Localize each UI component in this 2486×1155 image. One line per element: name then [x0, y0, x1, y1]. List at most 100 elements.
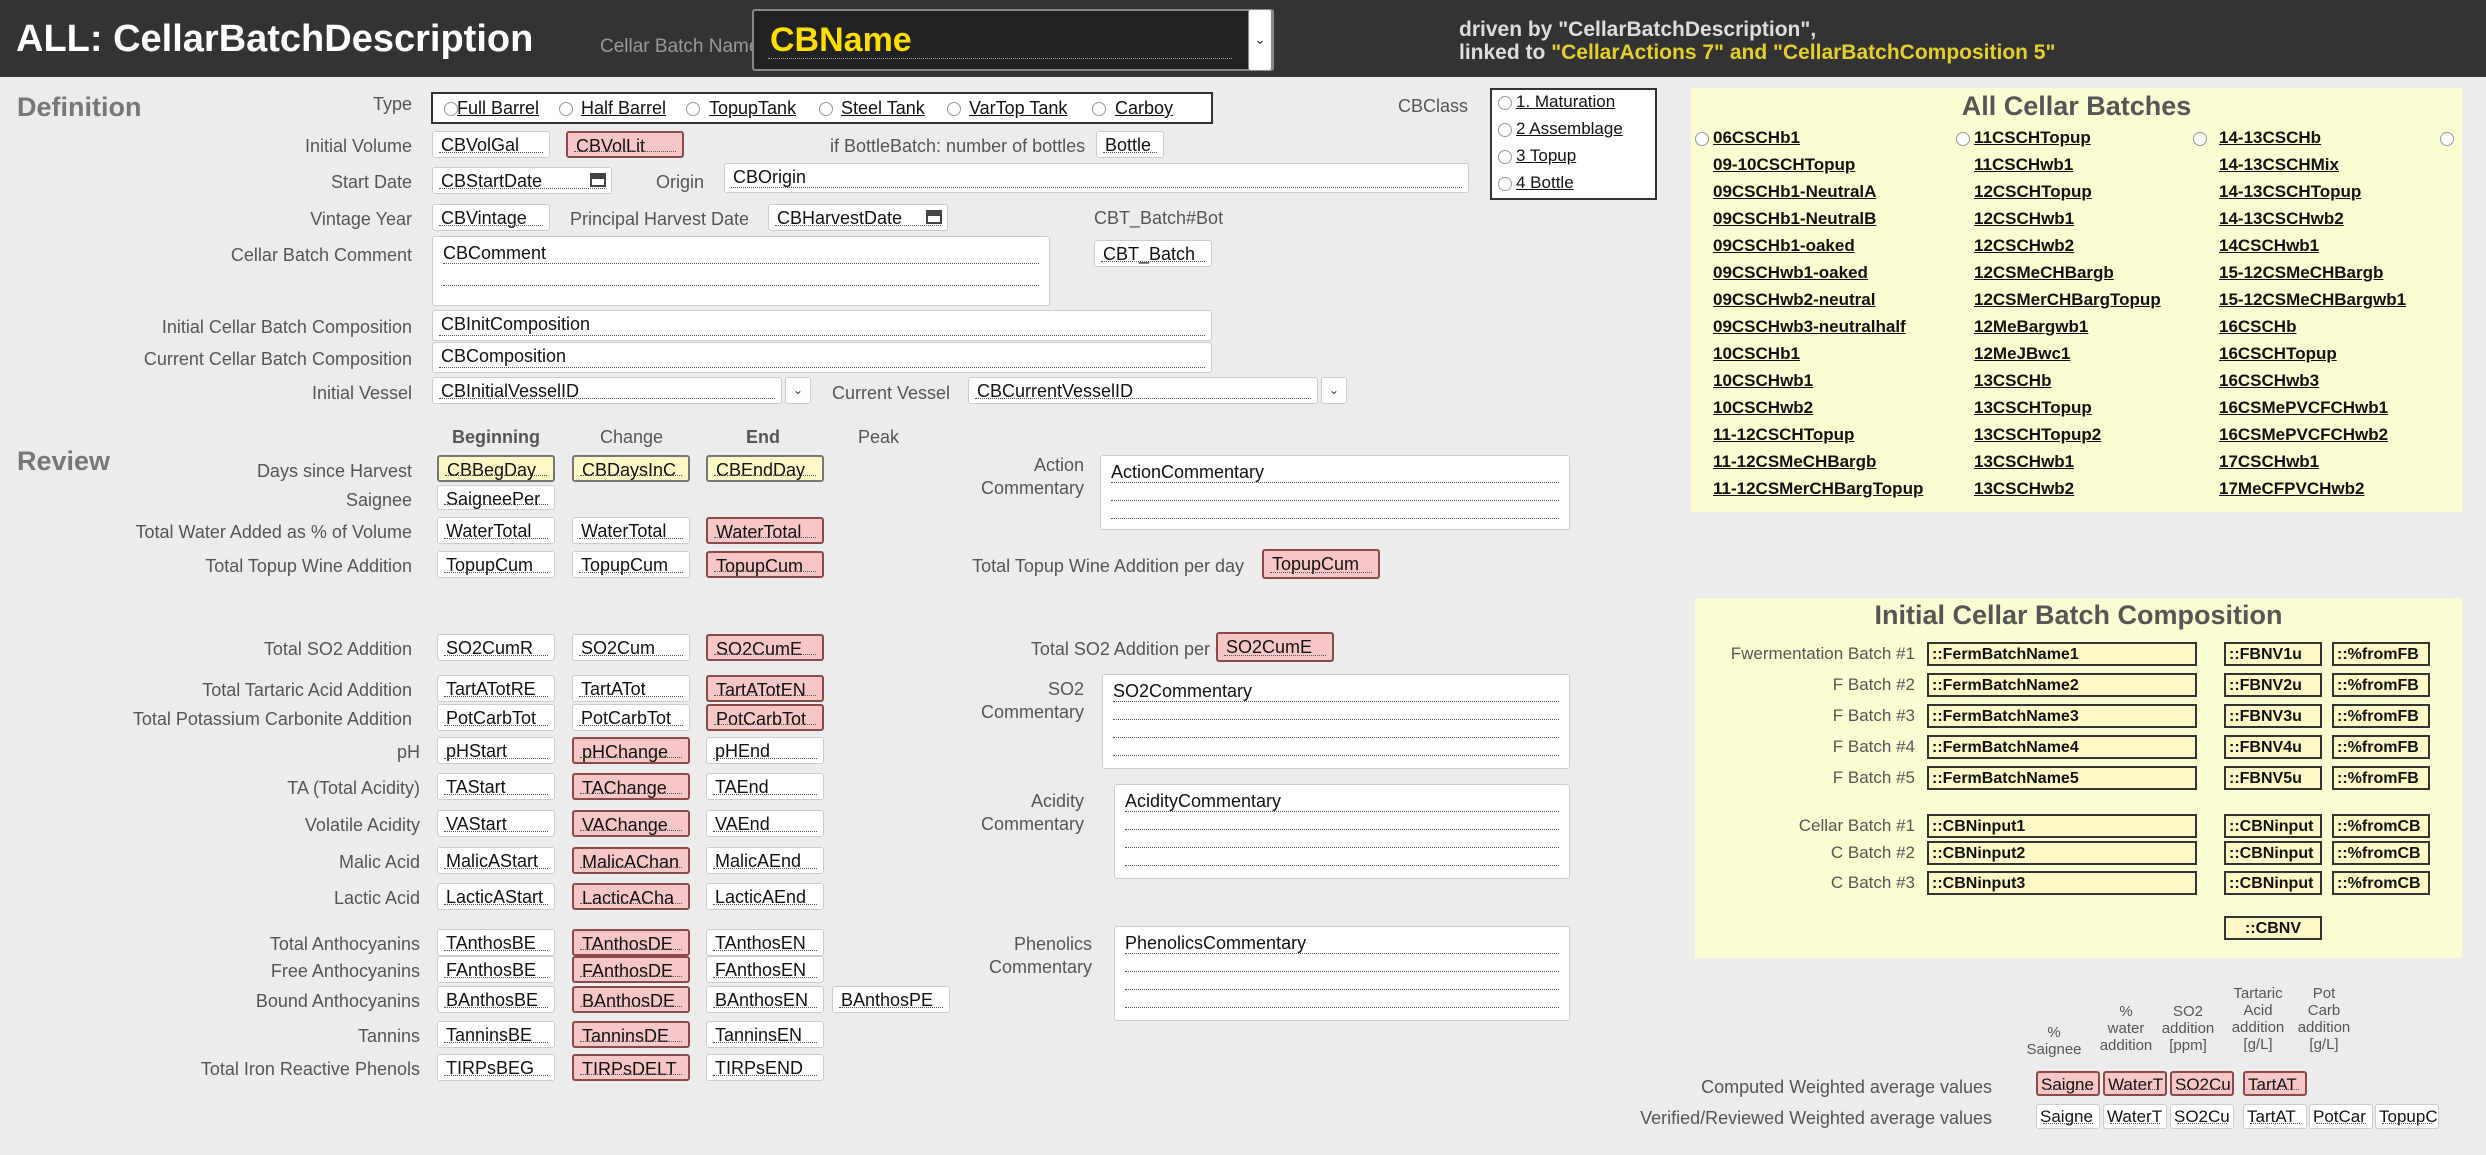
so2-change-field[interactable]: SO2Cum [572, 634, 690, 661]
topup-end-field[interactable]: TopupCum [706, 551, 824, 578]
tirp-end-field[interactable]: TIRPsEND [706, 1054, 824, 1081]
radio-icon[interactable] [819, 102, 833, 116]
type-option-half-barrel[interactable]: Half Barrel [581, 98, 666, 119]
batch-link[interactable]: 09CSCHb1-NeutralA [1713, 182, 1876, 202]
lactic-change-field[interactable]: LacticACha [572, 883, 690, 910]
action-commentary-field[interactable]: ActionCommentary [1100, 455, 1570, 530]
batch-link[interactable]: 14-13CSCHwb2 [2219, 209, 2344, 229]
malic-start-field[interactable]: MalicAStart [437, 847, 555, 874]
cur-composition-field[interactable]: CBComposition [432, 342, 1212, 373]
radio-icon[interactable] [1498, 96, 1512, 110]
ferm-batch-percent-field[interactable]: ::%fromFB [2332, 673, 2430, 697]
batch-link[interactable]: 12CSMeCHBargb [1974, 263, 2114, 283]
radio-icon[interactable] [1956, 132, 1970, 146]
tartaric-beg-field[interactable]: TartATotRE [437, 675, 555, 702]
verified-weighted-field[interactable]: TopupC [2375, 1104, 2439, 1129]
comment-field[interactable]: CBComment [432, 236, 1050, 306]
batch-link[interactable]: 11CSCHTopup [1974, 128, 2091, 148]
potcarb-beg-field[interactable]: PotCarbTot [437, 704, 555, 731]
ph-end-field[interactable]: pHEnd [706, 737, 824, 764]
cellar-batch-percent-field[interactable]: ::%fromCB [2332, 841, 2430, 865]
radio-icon[interactable] [947, 102, 961, 116]
batch-link[interactable]: 12CSCHwb1 [1974, 209, 2074, 229]
free-anthocyanins-change-field[interactable]: FAnthosDE [572, 956, 690, 983]
cbname-field[interactable]: CBName [752, 9, 1274, 71]
radio-icon[interactable] [444, 102, 458, 116]
va-start-field[interactable]: VAStart [437, 810, 555, 837]
batch-link[interactable]: 10CSCHwb2 [1713, 398, 1813, 418]
so2-commentary-field[interactable]: SO2Commentary [1102, 674, 1570, 769]
free-anthocyanins-end-field[interactable]: FAnthosEN [706, 956, 824, 983]
cellar-batch-volume-field[interactable]: ::CBNinput [2224, 814, 2322, 838]
batch-link[interactable]: 09CSCHb1-oaked [1713, 236, 1855, 256]
radio-icon[interactable] [1092, 102, 1106, 116]
ferm-batch-name-field[interactable]: ::FermBatchName4 [1927, 735, 2197, 759]
type-option-vartop-tank[interactable]: VarTop Tank [969, 98, 1067, 119]
days-beg-field[interactable]: CBBegDay [437, 455, 555, 482]
cellar-batch-name-field[interactable]: ::CBNinput2 [1927, 841, 2197, 865]
tartaric-end-field[interactable]: TartATotEN [706, 675, 824, 702]
free-anthocyanins-beg-field[interactable]: FAnthosBE [437, 956, 555, 983]
ferm-batch-percent-field[interactable]: ::%fromFB [2332, 735, 2430, 759]
malic-end-field[interactable]: MalicAEnd [706, 847, 824, 874]
type-option-full-barrel[interactable]: Full Barrel [457, 98, 539, 119]
cellar-batch-volume-field[interactable]: ::CBNinput [2224, 841, 2322, 865]
batch-link[interactable]: 15-12CSMeCHBargb [2219, 263, 2383, 283]
lactic-start-field[interactable]: LacticAStart [437, 883, 555, 910]
computed-weighted-field[interactable]: TartAT [2243, 1071, 2307, 1096]
batch-link[interactable]: 12CSMerCHBargTopup [1974, 290, 2161, 310]
acidity-commentary-field[interactable]: AcidityCommentary [1114, 784, 1570, 879]
vintage-field[interactable]: CBVintage [432, 204, 550, 231]
radio-icon[interactable] [559, 102, 573, 116]
water-beg-field[interactable]: WaterTotal [437, 517, 555, 544]
cellar-batch-volume-field[interactable]: ::CBNinput [2224, 871, 2322, 895]
total-anthocyanins-end-field[interactable]: TAnthosEN [706, 929, 824, 956]
cellar-batch-percent-field[interactable]: ::%fromCB [2332, 871, 2430, 895]
batch-link[interactable]: 09CSCHwb3-neutralhalf [1713, 317, 1906, 337]
potcarb-end-field[interactable]: PotCarbTot [706, 704, 824, 731]
batch-link[interactable]: 13CSCHwb2 [1974, 479, 2074, 499]
batch-link[interactable]: 12CSCHwb2 [1974, 236, 2074, 256]
batch-link[interactable]: 09-10CSCHTopup [1713, 155, 1855, 175]
verified-weighted-field[interactable]: PotCar [2309, 1104, 2373, 1129]
batch-link[interactable]: 11-12CSCHTopup [1713, 425, 1854, 445]
radio-icon[interactable] [1498, 123, 1512, 137]
cellar-batch-percent-field[interactable]: ::%fromCB [2332, 814, 2430, 838]
cur-vessel-field[interactable]: CBCurrentVesselID [968, 377, 1318, 404]
computed-weighted-field[interactable]: WaterT [2103, 1071, 2167, 1096]
type-option-topup-tank[interactable]: TopupTank [709, 98, 796, 119]
batch-link[interactable]: 14CSCHwb1 [2219, 236, 2319, 256]
calendar-icon[interactable] [590, 173, 606, 187]
batch-link[interactable]: 16CSMePVCFCHwb2 [2219, 425, 2388, 445]
batch-link[interactable]: 09CSCHwb1-oaked [1713, 263, 1868, 283]
type-option-steel-tank[interactable]: Steel Tank [841, 98, 925, 119]
tannins-change-field[interactable]: TanninsDE [572, 1021, 690, 1048]
batch-link[interactable]: 17CSCHwb1 [2219, 452, 2319, 472]
batch-link[interactable]: 15-12CSMeCHBargwb1 [2219, 290, 2406, 310]
days-end-field[interactable]: CBEndDay [706, 455, 824, 482]
verified-weighted-field[interactable]: Saigne [2036, 1104, 2100, 1129]
water-change-field[interactable]: WaterTotal [572, 517, 690, 544]
ph-change-field[interactable]: pHChange [572, 737, 690, 764]
batch-link[interactable]: 14-13CSCHMix [2219, 155, 2339, 175]
batch-link[interactable]: 11-12CSMeCHBargb [1713, 452, 1876, 472]
phenolics-commentary-field[interactable]: PhenolicsCommentary [1114, 926, 1570, 1021]
topup-change-field[interactable]: TopupCum [572, 551, 690, 578]
cbclass-option-assemblage[interactable]: 2 Assemblage [1516, 119, 1623, 139]
batch-link[interactable]: 13CSCHTopup [1974, 398, 2092, 418]
verified-weighted-field[interactable]: WaterT [2103, 1104, 2167, 1129]
va-change-field[interactable]: VAChange [572, 810, 690, 837]
batch-link[interactable]: 10CSCHb1 [1713, 344, 1800, 364]
batch-link[interactable]: 13CSCHTopup2 [1974, 425, 2101, 445]
water-end-field[interactable]: WaterTotal [706, 517, 824, 544]
batch-link[interactable]: 09CSCHb1-NeutralB [1713, 209, 1876, 229]
ferm-batch-volume-field[interactable]: ::FBNV3u [2224, 704, 2322, 728]
so2-day-field[interactable]: SO2CumE [1216, 632, 1334, 662]
tirp-change-field[interactable]: TIRPsDELT [572, 1054, 690, 1081]
verified-weighted-field[interactable]: SO2Cu [2170, 1104, 2234, 1129]
chevron-down-icon[interactable]: ⌄ [1321, 377, 1347, 404]
cbnv-field[interactable]: ::CBNV [2224, 916, 2322, 940]
radio-icon[interactable] [2440, 132, 2454, 146]
batch-link[interactable]: 16CSMePVCFCHwb1 [2219, 398, 2388, 418]
ferm-batch-volume-field[interactable]: ::FBNV5u [2224, 766, 2322, 790]
